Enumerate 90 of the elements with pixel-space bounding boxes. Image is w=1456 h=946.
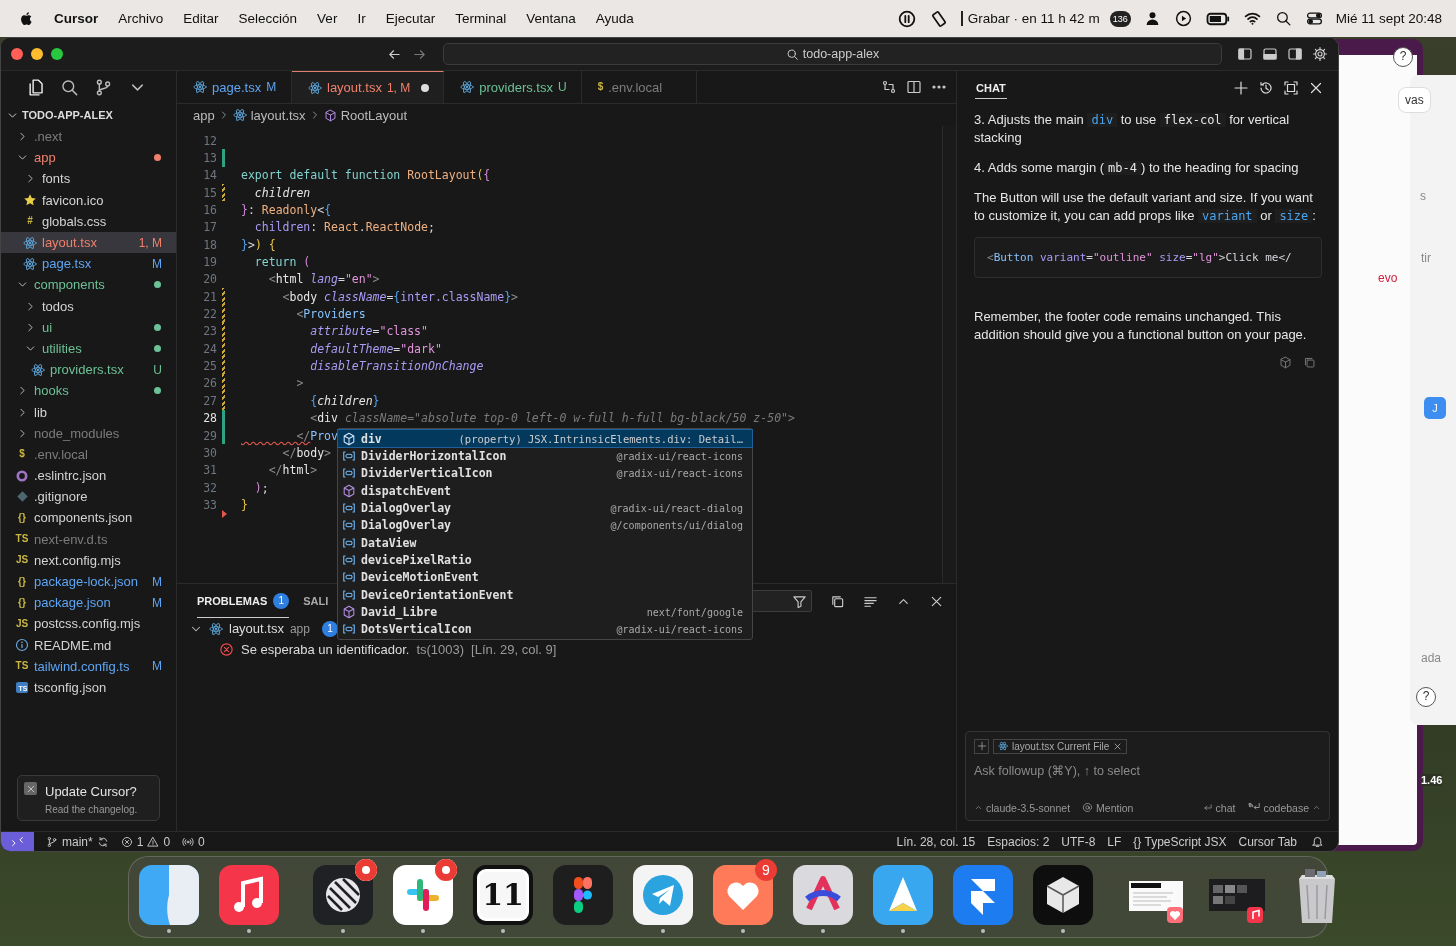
problem-location: [Lín. 29, col. 9] [471, 642, 557, 657]
git-status-label: M [152, 659, 162, 674]
git-status-label: M [152, 256, 162, 271]
chat-paragraph: Remember, the footer code remains unchanged. This addition should give you a functional button on your page. [974, 308, 1308, 344]
file-type-icon: # [27, 216, 33, 227]
code-line: }: Readonly<{ [241, 203, 332, 218]
line-number: 13 [202, 151, 217, 165]
explorer-title: TODO-APP-ALEX [22, 109, 113, 121]
code-line: </Prov [295, 428, 338, 443]
suggestion-detail: @/components/ui/dialog [610, 519, 743, 531]
search-text: todo-app-alex [802, 47, 880, 61]
line-number: 33 [202, 497, 217, 512]
code-line: export default function RootLayout({ [241, 168, 491, 183]
file-type-icon: JS [15, 618, 29, 629]
count-badge: 1 [273, 592, 290, 609]
file-type-icon: {} [18, 512, 26, 523]
code-line: {children} [309, 393, 380, 408]
line-number: 25 [202, 359, 217, 374]
code-line: }>) { [241, 237, 276, 252]
background-text: tir [1421, 251, 1431, 265]
line-number: 20 [202, 272, 217, 287]
line-number: 16 [202, 203, 217, 218]
code-line: </html> [267, 463, 318, 478]
code-line: <html lang="en"> [267, 272, 380, 287]
code-line: disableTransitionOnChange [309, 359, 484, 374]
file-type-icon: {} [18, 597, 26, 608]
background-text: ada [1421, 651, 1442, 665]
notification-badge: 9 [755, 859, 777, 881]
git-status-label: U [153, 362, 162, 377]
suggestion-detail: @radix-ui/react-icons [616, 450, 743, 462]
file-type-icon: $ [597, 82, 604, 92]
code-line: <body className={inter.className}> [281, 289, 519, 304]
line-number: 22 [202, 307, 217, 322]
background-text: s [1420, 189, 1426, 203]
file-type-icon: {} [18, 576, 26, 587]
code-line: </body> [281, 445, 332, 460]
suggestion-detail: @radix-ui/react-icons [616, 467, 743, 479]
git-status-label: M [152, 574, 162, 589]
suggestion-detail: next/font/google [646, 606, 743, 618]
line-number: 30 [202, 445, 217, 460]
code-line: <Providers [295, 307, 366, 322]
file-type-icon: JS [15, 555, 29, 566]
count-badge: 1 [321, 620, 338, 637]
background-text: 1.46 [1421, 774, 1443, 786]
line-number: 15 [202, 185, 217, 200]
line-number: 21 [202, 289, 217, 304]
file-type-icon: TS [15, 661, 29, 672]
git-status-label: 1, M [138, 235, 162, 250]
git-status-label: U [557, 80, 567, 94]
line-number: 23 [202, 324, 217, 339]
code-line: return ( [253, 255, 311, 270]
file-type-icon: TS [15, 534, 29, 545]
suggestion-detail: (property) JSX.IntrinsicElements.div: Detail… [458, 432, 743, 445]
line-number: 27 [202, 393, 217, 408]
code-line: } [241, 497, 248, 512]
code-line: attribute="class" [309, 324, 428, 339]
line-number: 31 [202, 463, 217, 478]
file-type-icon: $ [19, 449, 25, 460]
suggestion-detail: @radix-ui/react-icons [616, 623, 743, 635]
line-number: 24 [202, 341, 217, 356]
problem-code: ts(1003) [416, 642, 465, 657]
line-number: 12 [202, 133, 217, 148]
code-line: children: React.ReactNode; [253, 220, 435, 235]
line-number: 19 [202, 255, 217, 270]
line-number: 26 [202, 376, 217, 391]
line-number: 29 [202, 428, 217, 443]
background-text: evo [1378, 271, 1398, 285]
file-name: layout.tsx [229, 621, 284, 636]
line-number: 28 [202, 411, 217, 426]
line-number: 17 [202, 220, 217, 235]
chat-paragraph: 3. Adjusts the main div to use flex-col for vertical stacking [974, 111, 1291, 147]
folder-name: app [289, 621, 310, 636]
line-number: 14 [202, 168, 217, 183]
code-line: <div className="absolute top-0 left-0 w-full h-full bg-black/50 z-50"> [309, 411, 795, 426]
code-snippet: <Button variant="outline" size="lg">Click me</ [987, 251, 1292, 264]
problem-message: Se esperaba un identificador. [241, 642, 410, 657]
code-line: children [253, 185, 311, 200]
code-line: > [295, 376, 304, 391]
code-line: ); [253, 480, 269, 495]
code-line: defaultTheme="dark" [309, 341, 442, 356]
git-status-label: M [152, 595, 162, 610]
line-number: 18 [202, 237, 217, 252]
git-status-label: 1, M [386, 80, 411, 95]
chat-paragraph: 4. Adds some margin ( mb-4 ) to the heading for spacing [974, 159, 1300, 177]
git-status-label: M [266, 80, 277, 94]
chat-paragraph: The Button will use the default variant and size. If you want to customize it, you can add props like variant or size : [974, 189, 1317, 225]
suggestion-detail: @radix-ui/react-dialog [610, 502, 743, 514]
notification-title: Update Cursor? [45, 784, 138, 799]
notification-text: Read the changelog. [45, 804, 138, 815]
line-number: 32 [202, 480, 217, 495]
